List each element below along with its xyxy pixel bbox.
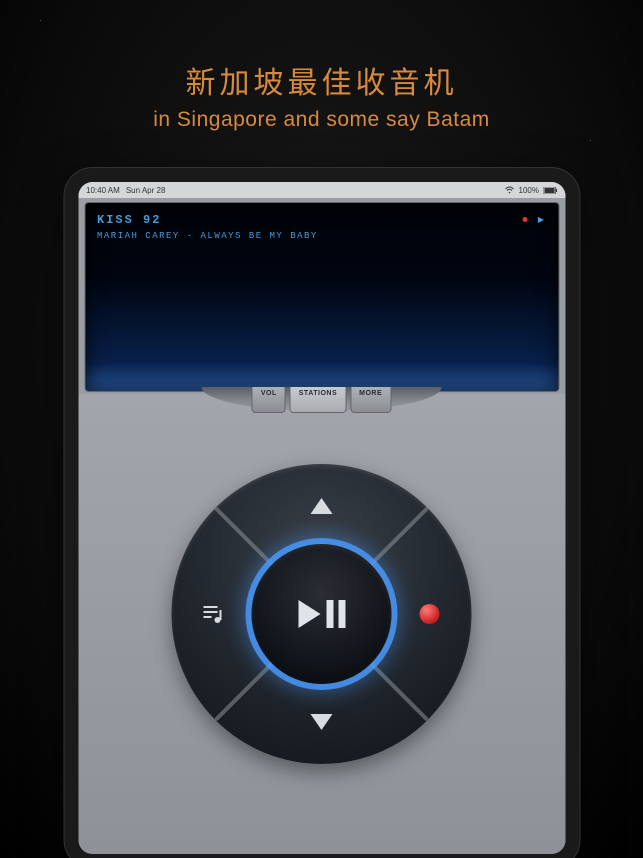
down-button[interactable] — [302, 702, 342, 742]
play-pause-icon — [298, 600, 345, 628]
hero-title: 新加坡最佳收音机 — [0, 58, 643, 102]
control-wheel — [172, 464, 472, 764]
wifi-icon — [505, 186, 515, 194]
battery-percent: 100% — [519, 186, 539, 195]
chevron-up-icon — [311, 498, 333, 514]
now-playing: MARIAH CAREY - ALWAYS BE MY BABY — [97, 231, 318, 241]
battery-icon — [543, 187, 557, 194]
record-icon — [420, 604, 440, 624]
chevron-down-icon — [311, 714, 333, 730]
recording-indicator-icon — [523, 217, 528, 222]
status-bar: 10:40 AM Sun Apr 28 100% — [78, 182, 565, 198]
tab-more[interactable]: MORE — [350, 387, 391, 413]
playing-indicator-icon: ▶ — [538, 215, 544, 224]
record-button[interactable] — [410, 594, 450, 634]
playlist-icon — [202, 604, 226, 624]
tab-stations[interactable]: STATIONS — [290, 387, 346, 413]
status-indicators: ▶ — [523, 215, 544, 224]
up-button[interactable] — [302, 486, 342, 526]
station-name: KISS 92 — [97, 213, 161, 227]
screen: 10:40 AM Sun Apr 28 100% KISS 92 MARIAH … — [78, 182, 565, 854]
play-pause-button[interactable] — [252, 544, 392, 684]
tablet-device-frame: 10:40 AM Sun Apr 28 100% KISS 92 MARIAH … — [64, 168, 579, 858]
status-time: 10:40 AM — [86, 186, 120, 195]
control-panel — [78, 394, 565, 854]
hero-subtitle: in Singapore and some say Batam — [0, 108, 643, 132]
tab-strip: VOL STATIONS MORE — [222, 387, 422, 413]
playlist-button[interactable] — [194, 594, 234, 634]
tab-vol[interactable]: VOL — [252, 387, 286, 413]
hero: 新加坡最佳收音机 in Singapore and some say Batam — [0, 0, 643, 132]
status-date: Sun Apr 28 — [126, 186, 166, 195]
display-panel: KISS 92 MARIAH CAREY - ALWAYS BE MY BABY… — [84, 202, 559, 392]
